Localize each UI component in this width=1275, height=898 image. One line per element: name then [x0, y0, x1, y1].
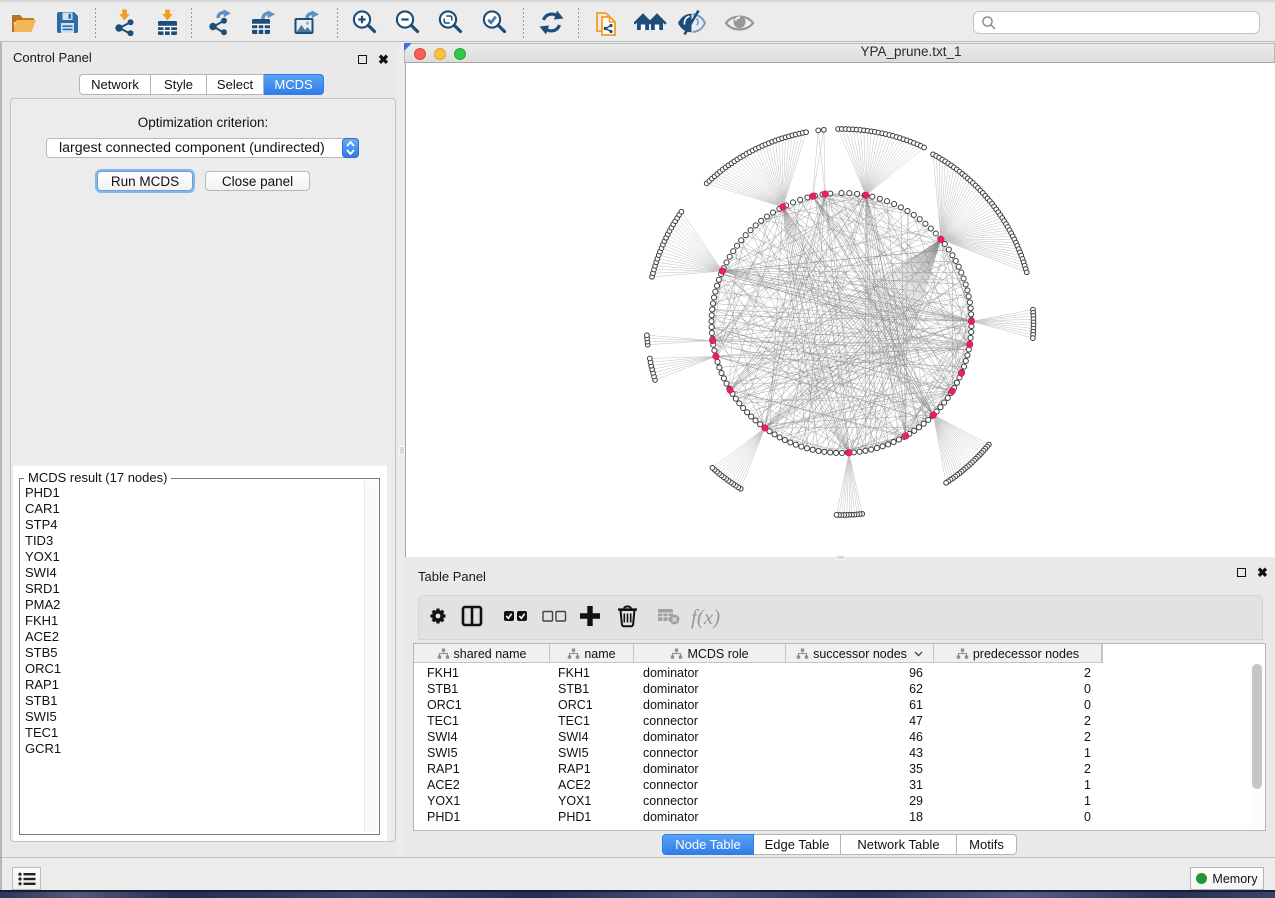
- svg-text:f(x): f(x): [691, 605, 720, 629]
